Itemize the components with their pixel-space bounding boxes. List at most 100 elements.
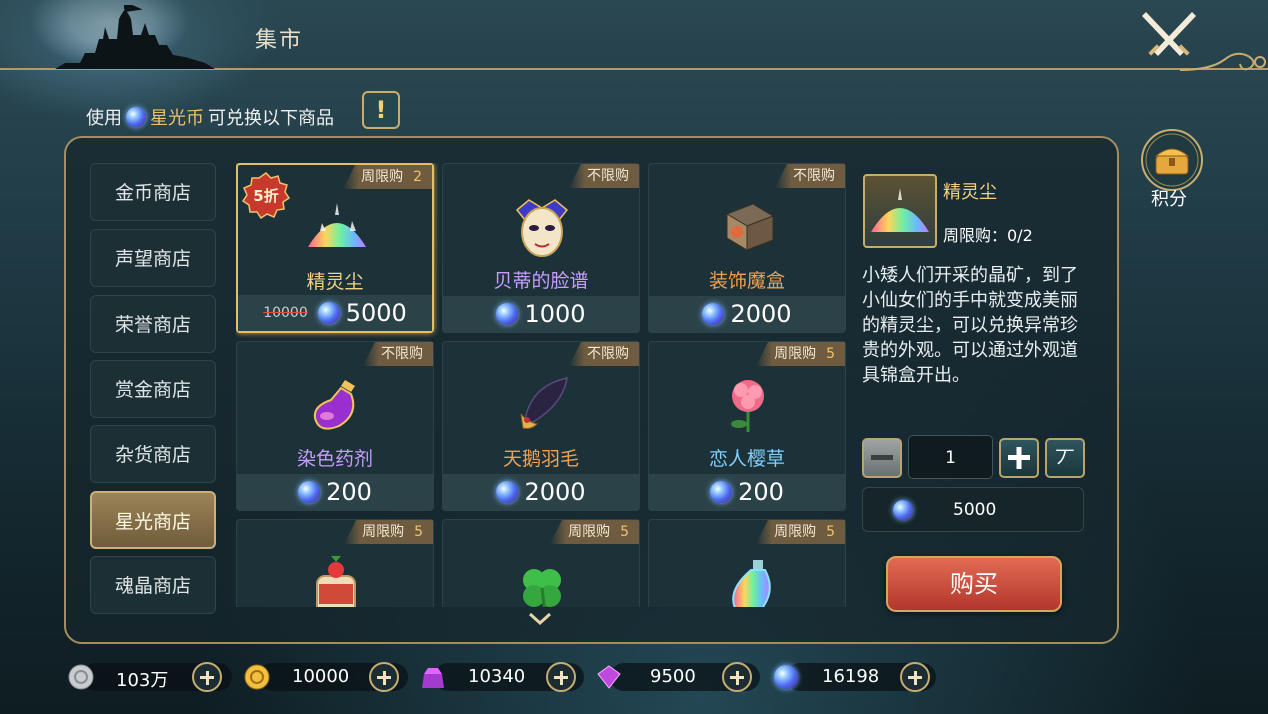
info-prefix: 使用	[86, 108, 122, 129]
limit-ribbon: 不限购	[569, 164, 639, 188]
add-gold-button[interactable]	[369, 662, 399, 692]
discount-badge-icon: 5折	[242, 172, 290, 219]
exchange-info: 使用 星光币 可兑换以下商品	[86, 104, 334, 130]
points-label: 积分	[1151, 189, 1187, 210]
star-coin-icon	[774, 665, 798, 689]
purple-gem-value: 9500	[650, 666, 696, 687]
item-card-dye-potion[interactable]: 不限购 染色药剂 200	[236, 341, 434, 511]
total-cost: 5000	[862, 487, 1084, 532]
buy-button[interactable]: 购买	[886, 556, 1062, 612]
star-coin-icon	[893, 500, 913, 520]
limit-ribbon: 周限购 5	[344, 520, 433, 544]
item-card-betty-mask[interactable]: 不限购 贝蒂的脸谱 1000	[442, 163, 640, 333]
limit-count: 5	[826, 346, 835, 362]
limit-ribbon: 周限购 2	[343, 165, 432, 189]
price-value: 5000	[345, 299, 407, 327]
item-card-jam-jar[interactable]: 周限购 5	[236, 519, 434, 607]
detail-limit: 周限购：0/2	[943, 226, 1033, 245]
plus-icon	[1008, 447, 1030, 469]
info-currency: 星光币	[150, 108, 204, 129]
tab-gold-shop[interactable]: 金币商店	[90, 163, 216, 221]
tab-soulcrystal-shop[interactable]: 魂晶商店	[90, 556, 216, 614]
silver-value: 103万	[116, 670, 169, 691]
limit-label: 不限购	[587, 168, 629, 184]
tab-reputation-shop[interactable]: 声望商店	[90, 229, 216, 287]
purple-gem-icon	[597, 665, 621, 689]
add-purple-gem-button[interactable]	[722, 662, 752, 692]
detail-item-name: 精灵尘	[943, 182, 997, 203]
increase-quantity-button[interactable]	[999, 438, 1039, 478]
info-suffix: 可兑换以下商品	[208, 108, 334, 129]
item-name: 装饰魔盒	[708, 270, 785, 292]
price-value: 2000	[524, 478, 586, 506]
star-coin-icon	[702, 303, 725, 325]
total-value: 5000	[953, 500, 997, 520]
limit-count: 5	[620, 524, 629, 540]
limit-label: 不限购	[381, 346, 423, 362]
item-price: 200	[649, 474, 845, 510]
limit-ribbon: 不限购	[775, 164, 845, 188]
crystal-dust-icon	[871, 188, 929, 232]
discount-text: 5折	[253, 187, 278, 205]
castle-silhouette-icon	[55, 5, 215, 69]
star-coin-icon	[317, 302, 340, 324]
detail-description: 小矮人们开采的晶矿，到了小仙女们的手中就变成美丽的精灵尘，可以兑换异常珍贵的外观…	[862, 265, 1078, 386]
add-gem-bag-button[interactable]	[546, 662, 576, 692]
item-name: 精灵尘	[306, 271, 364, 293]
help-button[interactable]: !	[362, 91, 400, 129]
limit-label: 周限购	[774, 346, 817, 362]
gold-value: 10000	[292, 666, 350, 687]
limit-ribbon: 不限购	[569, 342, 639, 366]
quantity-field[interactable]: 1	[908, 435, 993, 479]
item-card-clover[interactable]: 周限购 5	[442, 519, 640, 607]
price-value: 200	[326, 478, 372, 506]
swan-feather-icon	[520, 377, 568, 429]
limit-count: 5	[414, 524, 423, 540]
item-card-lover-primrose[interactable]: 周限购 5 恋人樱草 200	[648, 341, 846, 511]
primrose-icon	[731, 380, 764, 432]
page-title: 集市	[255, 28, 304, 53]
item-name: 染色药剂	[296, 448, 373, 470]
price-value: 2000	[730, 300, 792, 328]
star-coin-icon	[126, 107, 146, 127]
item-grid: 周限购 2 5折 精灵尘 10000 5000 不限购 贝蒂的脸谱 1000 不…	[236, 163, 846, 607]
tab-general-store[interactable]: 杂货商店	[90, 425, 216, 483]
limit-ribbon: 周限购 5	[756, 342, 845, 366]
silver-coin-icon	[68, 664, 94, 690]
add-silver-button[interactable]	[192, 662, 222, 692]
gem-bag-value: 10340	[468, 666, 526, 687]
tab-starlight-shop[interactable]: 星光商店	[90, 491, 216, 549]
item-card-swan-feather[interactable]: 不限购 天鹅羽毛 2000	[442, 341, 640, 511]
limit-ribbon: 周限购 5	[756, 520, 845, 544]
item-price: 200	[237, 474, 433, 510]
currency-bar: 103万 10000 10340 9500 16198	[60, 660, 940, 694]
item-price: 2000	[649, 296, 845, 332]
limit-label: 周限购	[361, 169, 404, 185]
scroll-down-chevron-icon[interactable]	[528, 612, 552, 626]
item-price: 10000 5000	[238, 295, 432, 331]
minus-icon	[871, 455, 893, 460]
star-coin-icon	[710, 481, 733, 503]
item-card-decor-box[interactable]: 不限购 装饰魔盒 2000	[648, 163, 846, 333]
star-coin-icon	[496, 481, 519, 503]
add-star-coin-button[interactable]	[900, 662, 930, 692]
purple-gem-bag-icon	[422, 668, 444, 688]
star-coin-icon	[298, 481, 321, 503]
limit-count: 5	[826, 524, 835, 540]
clover-icon	[523, 569, 561, 607]
limit-label: 周限购	[774, 524, 817, 540]
item-card-rainbow-bottle[interactable]: 周限购 5	[648, 519, 846, 607]
tab-honor-shop[interactable]: 荣誉商店	[90, 295, 216, 353]
item-card-elf-dust[interactable]: 周限购 2 5折 精灵尘 10000 5000	[236, 163, 434, 333]
detail-thumbnail	[863, 174, 937, 248]
max-quantity-button[interactable]: 丆	[1045, 438, 1085, 478]
rainbow-bottle-icon	[732, 560, 771, 607]
tab-bounty-shop[interactable]: 赏金商店	[90, 360, 216, 418]
limit-label: 不限购	[587, 346, 629, 362]
limit-ribbon: 不限购	[363, 342, 433, 366]
price-value: 200	[738, 478, 784, 506]
limit-ribbon: 周限购 5	[550, 520, 639, 544]
decrease-quantity-button[interactable]	[862, 438, 902, 478]
dye-potion-icon	[313, 380, 355, 430]
limit-count: 2	[413, 169, 422, 185]
